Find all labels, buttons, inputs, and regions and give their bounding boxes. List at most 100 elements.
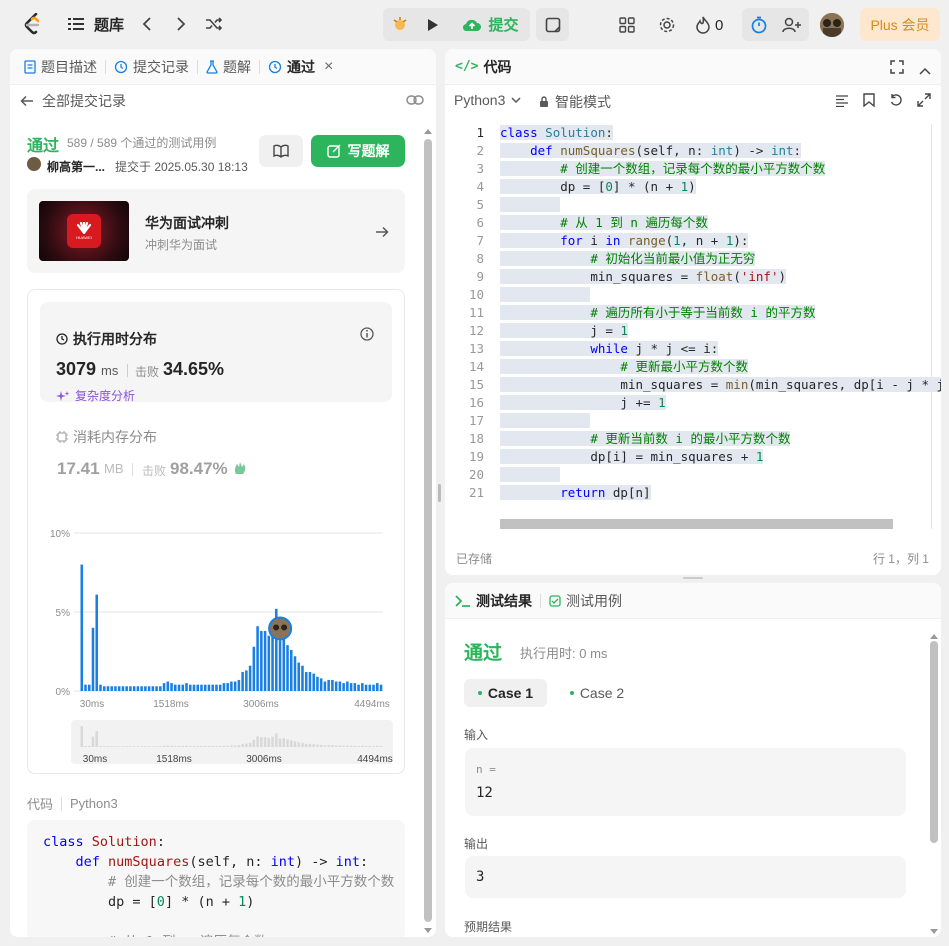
memory-header[interactable]: 消耗内存分布 — [56, 427, 157, 447]
tab-label: 测试用例 — [566, 592, 622, 609]
tab-test-cases[interactable]: 测试用例 — [541, 583, 630, 619]
layout-grid-icon[interactable] — [617, 15, 637, 35]
distribution-bar — [271, 629, 274, 691]
info-icon[interactable] — [360, 327, 374, 344]
code-line[interactable]: min_squares = min(min_squares, dp[i - j … — [500, 376, 941, 394]
code-preview: class Solution: def numSquares(self, n: … — [27, 820, 405, 937]
test-scroll-down-icon[interactable] — [929, 923, 939, 937]
code-line[interactable]: # 遍历所有小于等于当前数 i 的平方数 — [500, 304, 816, 322]
note-button[interactable] — [536, 8, 569, 41]
code-line[interactable]: dp[i] = min_squares + 1 — [500, 448, 764, 466]
case-1-tab[interactable]: Case 1 — [464, 679, 547, 707]
runtime-value: 3079 — [56, 359, 97, 379]
overview-bar — [286, 739, 289, 747]
code-line[interactable]: # 更新最小平方数个数 — [500, 358, 748, 376]
smart-mode[interactable]: 智能模式 — [539, 92, 611, 112]
overview-bar — [91, 736, 95, 747]
submit-button[interactable]: 提交 — [451, 8, 530, 41]
line-number: 5 — [476, 197, 484, 212]
reset-icon[interactable] — [889, 93, 903, 110]
code-line[interactable] — [500, 196, 561, 214]
left-scroll-up-icon[interactable] — [423, 122, 433, 134]
tab-solutions[interactable]: 题解 — [198, 49, 259, 85]
add-friend-icon[interactable] — [781, 15, 803, 35]
code-line[interactable]: min_squares = float('inf') — [500, 268, 787, 286]
notes-book-button[interactable] — [259, 135, 303, 167]
left-scroll-down-icon[interactable] — [423, 922, 433, 933]
overview-bar — [147, 746, 151, 747]
bookmark-icon[interactable] — [863, 93, 875, 110]
code-line[interactable]: # 创建一个数组，记录每个数的最小平方数个数 — [500, 160, 826, 178]
input-value: 12 — [476, 785, 493, 801]
distribution-bar — [297, 662, 301, 691]
complexity-analysis-link[interactable]: 复杂度分析 — [56, 387, 135, 404]
debug-icon[interactable] — [390, 14, 410, 34]
leetcode-logo[interactable] — [22, 13, 44, 35]
run-button[interactable] — [418, 8, 448, 41]
overview-bar — [312, 744, 315, 747]
tab-submissions[interactable]: 提交记录 — [106, 49, 197, 85]
distribution-bar — [188, 684, 192, 691]
plus-member-button[interactable]: Plus 会员 — [860, 8, 940, 41]
language-select[interactable]: Python3 — [454, 92, 521, 108]
promo-card[interactable]: HUAWEI 华为面试冲刺 冲刺华为面试 — [27, 189, 405, 273]
settings-gear-icon[interactable] — [657, 15, 677, 35]
share-link-icon[interactable] — [406, 93, 424, 109]
overview-bar — [338, 745, 342, 747]
promo-subtitle: 冲刺华为面试 — [145, 238, 218, 252]
shuffle-icon[interactable] — [204, 15, 224, 33]
distribution-bar — [162, 683, 166, 691]
tab-accepted[interactable]: 通过 × — [260, 49, 341, 85]
format-icon[interactable] — [835, 94, 849, 110]
code-line[interactable]: def numSquares(self, n: int) -> int: — [500, 142, 802, 160]
x-tick-label: 1518ms — [153, 699, 189, 710]
user-avatar[interactable] — [820, 13, 844, 37]
problem-bank-link[interactable]: 题库 — [94, 14, 124, 34]
runtime-card[interactable]: 执行用时分布 3079 ms 击败 34.65% 复杂度分析 — [40, 302, 392, 404]
submitter-name[interactable]: 柳高第一... — [47, 158, 105, 175]
code-line[interactable] — [500, 286, 591, 304]
overview-bar — [110, 746, 113, 747]
code-line[interactable]: j = 1 — [500, 322, 628, 340]
code-line[interactable] — [500, 412, 591, 430]
fullscreen-icon[interactable] — [890, 60, 904, 77]
code-preview-line: # 创建一个数组，记录每个数的最小平方数个数 — [43, 874, 395, 890]
back-to-submissions[interactable]: 全部提交记录 — [20, 92, 126, 110]
code-line[interactable]: # 更新当前数 i 的最小平方数个数 — [500, 430, 791, 448]
close-tab-icon[interactable]: × — [324, 58, 333, 76]
collapse-icon[interactable] — [919, 62, 931, 78]
overview-bar — [275, 733, 278, 747]
tab-description[interactable]: 题目描述 — [16, 49, 105, 85]
code-line[interactable] — [500, 466, 561, 484]
tab-code[interactable]: </> 代码 — [455, 49, 511, 85]
line-number: 11 — [468, 305, 484, 320]
code-line[interactable]: for i in range(1, n + 1): — [500, 232, 749, 250]
write-solution-button[interactable]: 写题解 — [311, 135, 405, 167]
code-line[interactable]: # 初始化当前最小值为正无穷 — [500, 250, 756, 268]
editor-h-scrollbar[interactable] — [500, 519, 893, 529]
huawei-banner: HUAWEI — [39, 201, 129, 261]
timer-icon[interactable] — [749, 15, 769, 35]
panel-resize-handle[interactable] — [438, 484, 441, 502]
code-line[interactable]: j += 1 — [500, 394, 666, 412]
line-number: 14 — [468, 359, 484, 374]
code-line[interactable]: dp = [0] * (n + 1) — [500, 178, 696, 196]
next-problem-icon[interactable] — [172, 15, 190, 33]
tab-test-result[interactable]: 测试结果 — [455, 583, 540, 619]
code-line[interactable]: class Solution: — [500, 124, 613, 142]
test-scrollbar-thumb[interactable] — [930, 641, 938, 843]
prev-problem-icon[interactable] — [138, 15, 156, 33]
menu-list-icon[interactable] — [68, 16, 84, 32]
case-2-tab[interactable]: Case 2 — [557, 679, 637, 707]
code-line[interactable]: return dp[n] — [500, 484, 651, 502]
horizontal-resize-handle[interactable] — [683, 577, 703, 579]
code-line[interactable]: while j * j <= i: — [500, 340, 719, 358]
code-editor[interactable]: 1 class Solution: 2 def numSquares(self, n… — [445, 124, 941, 529]
fire-streak[interactable]: 0 — [696, 14, 723, 36]
left-scrollbar-thumb[interactable] — [424, 139, 432, 922]
expand-icon[interactable] — [917, 93, 931, 110]
code-line[interactable]: # 从 1 到 n 遍历每个数 — [500, 214, 708, 232]
submit-time: 提交于 2025.05.30 18:13 — [115, 160, 248, 174]
overview-bar — [136, 746, 140, 747]
test-result-panel: 测试结果 测试用例 通过 执行用时: 0 ms Case 1 Case 2 输入… — [445, 583, 941, 937]
